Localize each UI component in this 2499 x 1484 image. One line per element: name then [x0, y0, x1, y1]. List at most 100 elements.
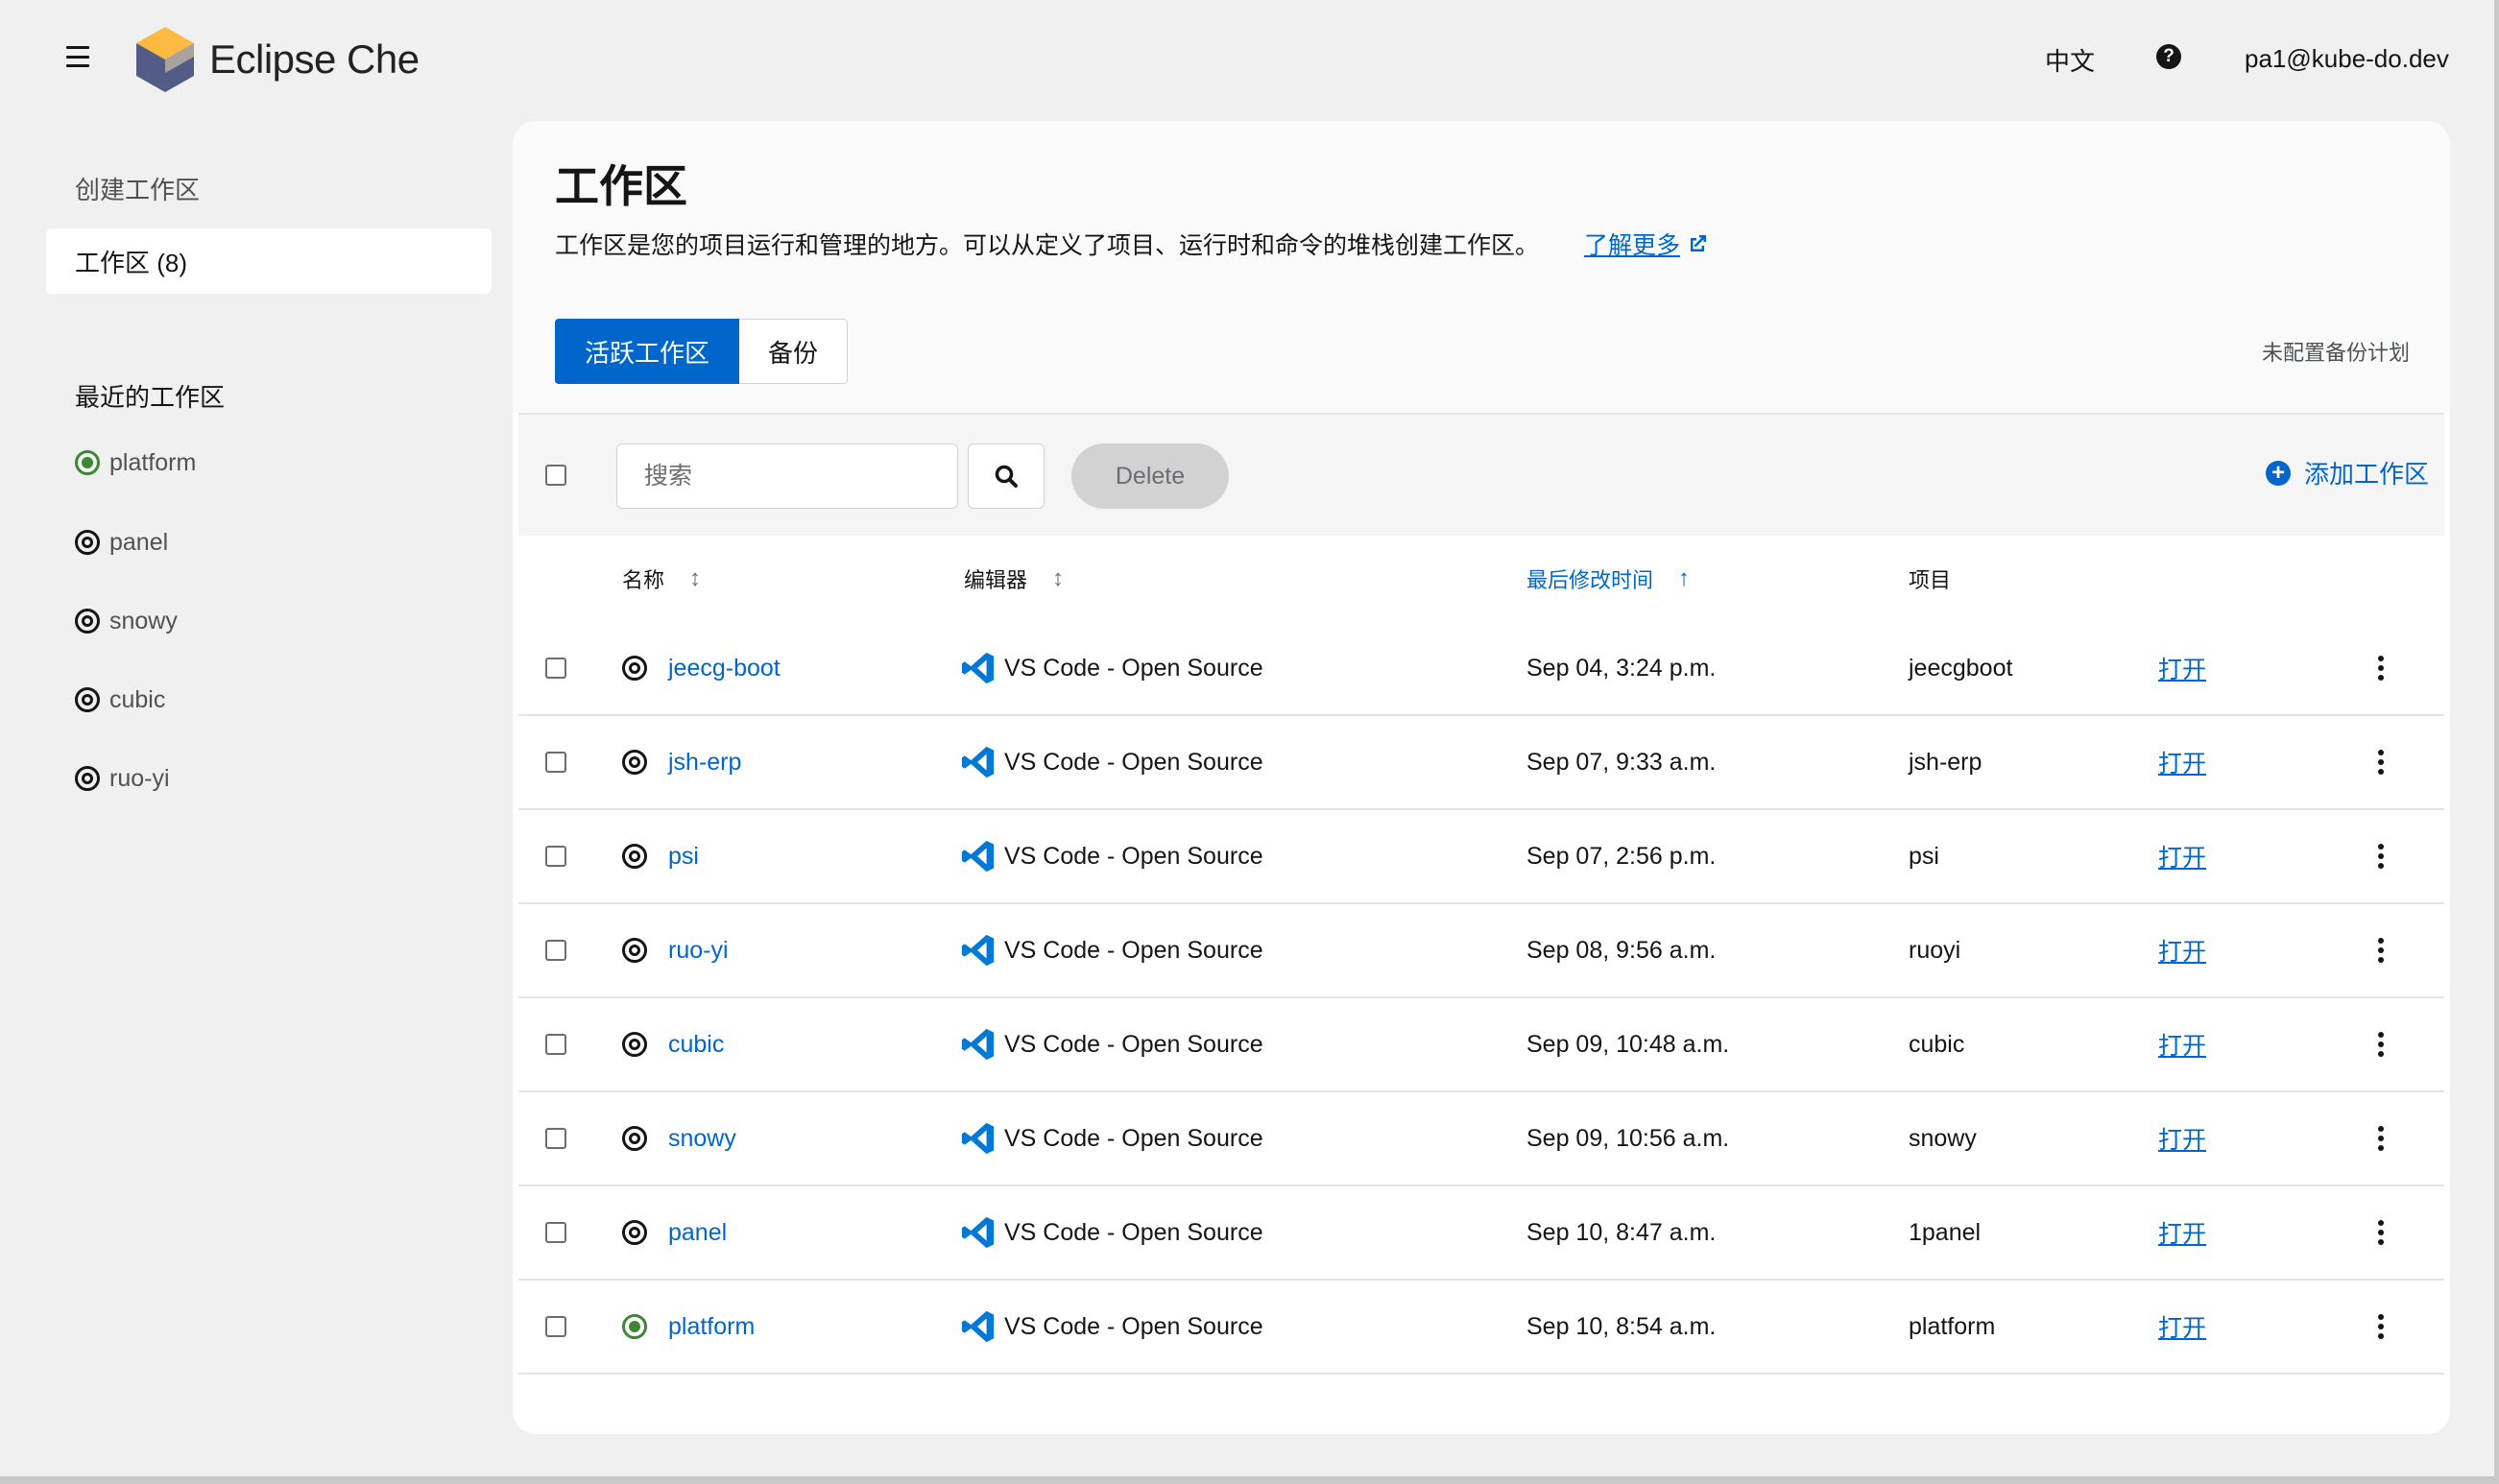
kebab-menu-icon[interactable]: [2369, 649, 2392, 687]
workspace-tabs: 活跃工作区 备份: [555, 319, 849, 384]
external-link-icon: [1691, 235, 1707, 251]
vscode-icon: [961, 934, 995, 967]
modified-cell: Sep 07, 9:33 a.m.: [1526, 748, 1717, 776]
column-header-modified[interactable]: 最后修改时间 ↑: [1526, 536, 1690, 622]
open-workspace-link[interactable]: 打开: [2158, 716, 2206, 808]
table-row: psi VS Code - Open Source Sep 07, 2:56 p…: [518, 810, 2444, 904]
eclipse-che-logo-icon: [136, 27, 194, 92]
open-workspace-link[interactable]: 打开: [2158, 904, 2206, 996]
row-checkbox[interactable]: [545, 1034, 566, 1055]
editor-name: VS Code - Open Source: [1004, 748, 1263, 776]
project-cell: 1panel: [1909, 1218, 1982, 1246]
open-workspace-link[interactable]: 打开: [2158, 1281, 2206, 1373]
column-modified-label: 最后修改时间: [1526, 568, 1654, 592]
project-cell: ruoyi: [1909, 936, 1961, 964]
kebab-menu-icon[interactable]: [2369, 1307, 2392, 1346]
recent-workspace-item[interactable]: panel: [75, 523, 168, 562]
workspace-name-link[interactable]: jsh-erp: [622, 716, 741, 808]
kebab-menu-icon[interactable]: [2369, 1025, 2392, 1064]
kebab-menu-icon[interactable]: [2369, 931, 2392, 969]
modified-cell: Sep 10, 8:47 a.m.: [1526, 1218, 1717, 1246]
workspace-name-link[interactable]: cubic: [622, 998, 724, 1090]
vscode-icon: [961, 1310, 995, 1343]
project-cell: snowy: [1909, 1124, 1977, 1152]
recent-workspace-item[interactable]: ruo-yi: [75, 759, 170, 798]
workspace-name-link[interactable]: psi: [622, 810, 699, 902]
stopped-status-icon: [75, 609, 100, 634]
recent-workspace-item[interactable]: cubic: [75, 681, 165, 719]
row-checkbox[interactable]: [545, 752, 566, 773]
row-checkbox[interactable]: [545, 1316, 566, 1337]
editor-name: VS Code - Open Source: [1004, 842, 1263, 870]
row-actions: [2369, 904, 2392, 996]
kebab-menu-icon[interactable]: [2369, 837, 2392, 875]
table-row: platform VS Code - Open Source Sep 10, 8…: [518, 1281, 2444, 1375]
running-status-icon: [75, 450, 100, 475]
hamburger-menu-icon[interactable]: [63, 42, 92, 71]
project-cell: cubic: [1909, 1030, 1965, 1058]
window-right-edge: [2494, 0, 2499, 1484]
user-menu[interactable]: pa1@kube-do.dev: [2245, 44, 2449, 74]
table-row: jeecg-boot VS Code - Open Source Sep 04,…: [518, 622, 2444, 716]
recent-workspace-label: snowy: [109, 607, 178, 634]
search-input[interactable]: [616, 443, 958, 509]
page-title: 工作区: [555, 161, 687, 211]
row-actions: [2369, 998, 2392, 1090]
workspace-name: cubic: [668, 1030, 725, 1058]
recent-workspace-item[interactable]: platform: [75, 443, 196, 482]
workspace-name: panel: [668, 1218, 728, 1246]
workspace-name: jeecg-boot: [668, 654, 781, 682]
row-actions: [2369, 1281, 2392, 1373]
delete-button[interactable]: Delete: [1071, 443, 1229, 509]
open-workspace-link[interactable]: 打开: [2158, 622, 2206, 714]
stopped-status-icon: [75, 687, 100, 712]
recent-workspace-label: platform: [109, 448, 197, 476]
editor-cell: VS Code - Open Source: [960, 998, 1263, 1090]
open-workspace-link[interactable]: 打开: [2158, 998, 2206, 1090]
row-checkbox[interactable]: [545, 940, 566, 961]
row-checkbox[interactable]: [545, 1128, 566, 1149]
select-all-checkbox[interactable]: [545, 465, 566, 486]
table-row: cubic VS Code - Open Source Sep 09, 10:4…: [518, 998, 2444, 1092]
tab-backups[interactable]: 备份: [739, 319, 849, 384]
recent-workspaces-title: 最近的工作区: [75, 383, 226, 412]
brand-logo[interactable]: Eclipse Che: [134, 25, 420, 94]
nav-create-workspace[interactable]: 创建工作区: [46, 156, 492, 221]
add-workspace-button[interactable]: + 添加工作区: [2265, 455, 2429, 491]
workspace-name-link[interactable]: snowy: [622, 1092, 736, 1185]
add-workspace-label: 添加工作区: [2303, 460, 2429, 489]
stopped-status-icon: [622, 844, 647, 869]
workspace-name-link[interactable]: panel: [622, 1186, 727, 1279]
open-workspace-link[interactable]: 打开: [2158, 1186, 2206, 1279]
workspace-name-link[interactable]: jeecg-boot: [622, 622, 781, 714]
column-project-label: 项目: [1909, 568, 1952, 592]
backup-schedule-note: 未配置备份计划: [2261, 341, 2410, 365]
search-button[interactable]: [968, 443, 1045, 509]
table-row: snowy VS Code - Open Source Sep 09, 10:5…: [518, 1092, 2444, 1186]
modified-cell: Sep 09, 10:48 a.m.: [1526, 1030, 1730, 1058]
vscode-icon: [961, 652, 995, 684]
column-header-editor[interactable]: 编辑器 ↕: [964, 536, 1064, 622]
learn-more-link[interactable]: 了解更多: [1584, 227, 1709, 261]
kebab-menu-icon[interactable]: [2369, 1119, 2392, 1158]
table-header: 名称 ↕ 编辑器 ↕ 最后修改时间 ↑ 项目: [518, 536, 2444, 622]
row-checkbox[interactable]: [545, 658, 566, 679]
tab-active-workspaces[interactable]: 活跃工作区: [555, 319, 740, 384]
stopped-status-icon: [75, 530, 100, 555]
open-workspace-link[interactable]: 打开: [2158, 810, 2206, 902]
recent-workspace-item[interactable]: snowy: [75, 602, 178, 640]
editor-name: VS Code - Open Source: [1004, 1312, 1263, 1340]
column-header-name[interactable]: 名称 ↕: [622, 536, 701, 622]
row-checkbox[interactable]: [545, 846, 566, 867]
nav-workspaces[interactable]: 工作区 (8): [46, 228, 492, 294]
kebab-menu-icon[interactable]: [2369, 1213, 2392, 1252]
row-checkbox[interactable]: [545, 1222, 566, 1243]
language-switch[interactable]: 中文: [2045, 42, 2095, 78]
help-icon[interactable]: ?: [2156, 44, 2181, 69]
kebab-menu-icon[interactable]: [2369, 743, 2392, 781]
workspace-name-link[interactable]: platform: [622, 1281, 755, 1373]
open-workspace-link[interactable]: 打开: [2158, 1092, 2206, 1185]
masthead: Eclipse Che 中文 ? pa1@kube-do.dev: [0, 0, 2499, 119]
workspace-name-link[interactable]: ruo-yi: [622, 904, 729, 996]
stopped-status-icon: [622, 750, 647, 775]
